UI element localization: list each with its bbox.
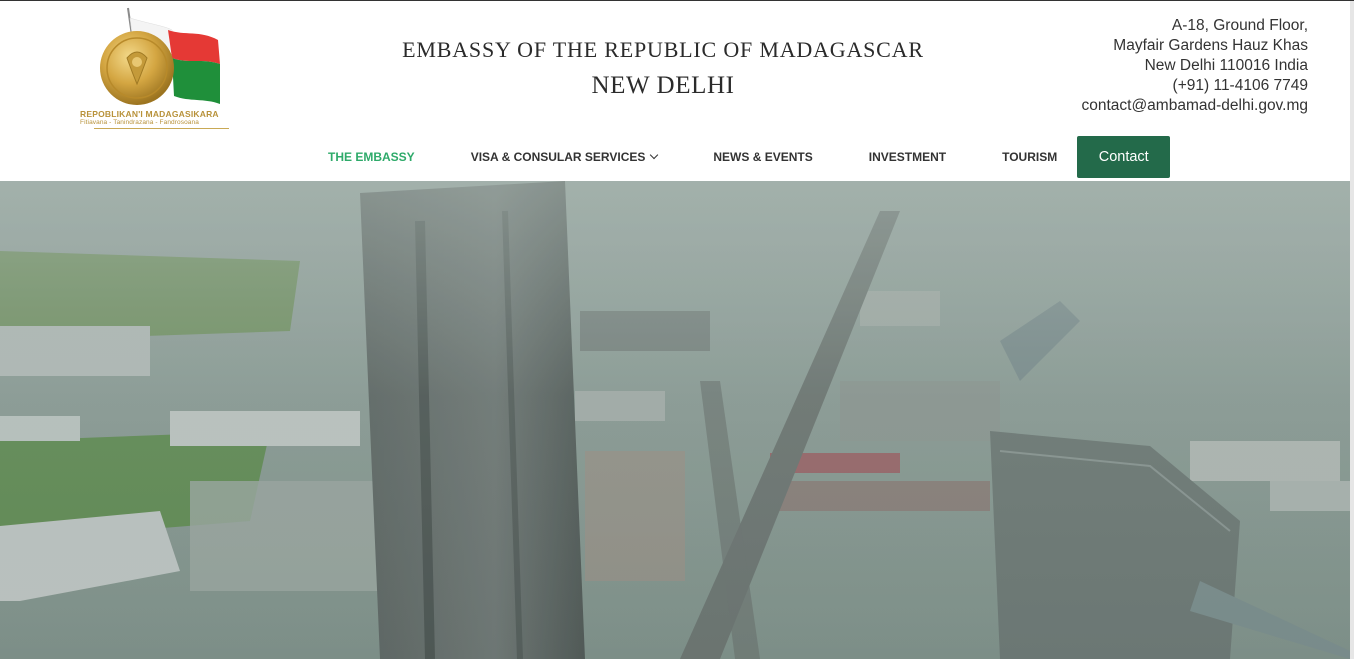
nav-item-the-embassy[interactable]: THE EMBASSY xyxy=(300,150,443,164)
email-link[interactable]: contact@ambamad-delhi.gov.mg xyxy=(1081,96,1308,116)
hero-image xyxy=(0,181,1350,659)
scrollbar-track[interactable] xyxy=(1350,1,1354,659)
address-line-3: New Delhi 110016 India xyxy=(1144,57,1308,74)
logo-text: REPOBLIKAN'I MADAGASIKARA xyxy=(80,109,219,119)
nav-item-tourism[interactable]: TOURISM xyxy=(974,150,1085,164)
nav-item-news-events[interactable]: NEWS & EVENTS xyxy=(685,150,840,164)
address-line-2: Mayfair Gardens Hauz Khas xyxy=(1113,37,1308,54)
main-nav: THE EMBASSY VISA & CONSULAR SERVICES NEW… xyxy=(300,135,1171,178)
chevron-down-icon xyxy=(650,150,659,159)
embassy-logo[interactable]: REPOBLIKAN'I MADAGASIKARA Fitiavana - Ta… xyxy=(80,6,245,129)
nav-item-label: TOURISM xyxy=(1002,149,1058,164)
aerial-city-image xyxy=(0,181,1350,659)
nav-item-label: NEWS & EVENTS xyxy=(713,149,813,164)
embassy-address: A-18, Ground Floor, Mayfair Gardens Hauz… xyxy=(1081,16,1308,116)
contact-button[interactable]: Contact xyxy=(1077,135,1171,178)
page-title: EMBASSY OF THE REPUBLIC OF MADAGASCAR xyxy=(402,37,924,62)
logo-underline xyxy=(94,128,229,129)
site-header: REPOBLIKAN'I MADAGASIKARA Fitiavana - Ta… xyxy=(0,1,1354,181)
madagascar-seal-flag-icon xyxy=(100,7,220,105)
nav-item-label: VISA & CONSULAR SERVICES xyxy=(470,149,646,164)
nav-item-visa-consular-services[interactable]: VISA & CONSULAR SERVICES xyxy=(443,150,686,164)
address-line-1: A-18, Ground Floor, xyxy=(1171,17,1308,34)
logo-motto: Fitiavana - Tanindrazana - Fandrosoana xyxy=(80,119,199,126)
title-block: EMBASSY OF THE REPUBLIC OF MADAGASCAR NE… xyxy=(400,37,926,101)
nav-item-label: THE EMBASSY xyxy=(328,149,415,164)
nav-item-label: INVESTMENT xyxy=(868,149,947,164)
nav-item-investment[interactable]: INVESTMENT xyxy=(841,150,974,164)
page-subtitle: NEW DELHI xyxy=(591,72,735,99)
phone-number[interactable]: (+91) 11-4106 7749 xyxy=(1081,76,1308,96)
